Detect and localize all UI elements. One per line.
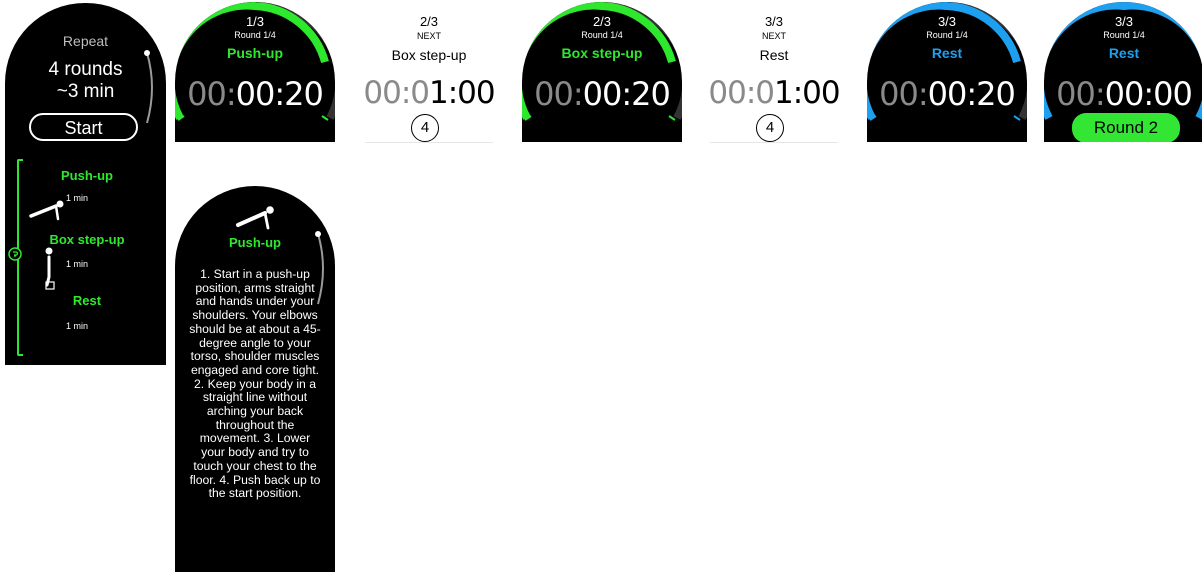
next-screen-rest: 3/3 NEXT Rest 00:01:00 4 (704, 2, 844, 143)
round-indicator: Round 1/4 (926, 30, 968, 40)
timer-value: 1:00 (429, 75, 496, 111)
timer-value: 1:00 (774, 75, 841, 111)
timer-screen-box-step-up: 2/3 Round 1/4 Box step-up 00:00:20 (522, 2, 682, 142)
push-up-icon (236, 206, 274, 230)
exercise-counter: 3/3 (1114, 14, 1134, 29)
round-indicator: Round 1/4 (581, 30, 623, 40)
timer-hours: 00: (534, 75, 583, 113)
box-step-up-icon (45, 247, 55, 290)
exercise-counter: 3/3 (937, 14, 957, 29)
timer-screen-rest: 3/3 Round 1/4 Rest 00:00:20 (867, 2, 1027, 142)
screen-edge (710, 142, 838, 143)
round-indicator: Round 1/4 (1103, 30, 1145, 40)
timer-display: 00:00:20 (175, 75, 335, 113)
workout-overview-screen: Repeat 4 rounds ~3 min Start Push-up 1 m… (5, 3, 166, 365)
start-button[interactable]: Start (29, 113, 138, 141)
timer-value: 00:20 (927, 75, 1016, 113)
timer-display: 00:00:20 (867, 75, 1027, 113)
scroll-indicator[interactable] (141, 47, 161, 127)
timer-hours: 00: (879, 75, 928, 113)
timer-hours: 00:0 (363, 75, 430, 111)
timer-display: 00:01:00 (704, 75, 844, 111)
next-exercise-name: Box step-up (391, 47, 467, 63)
timer-hours: 00:0 (708, 75, 775, 111)
timer-value: 00:20 (582, 75, 671, 113)
next-screen-box-step-up: 2/3 NEXT Box step-up 00:01:00 4 (359, 2, 499, 143)
start-countdown-badge: 4 (411, 114, 439, 142)
next-label: NEXT (416, 31, 441, 41)
timer-value: 00:00 (1104, 75, 1193, 113)
exercise-counter: 2/3 (419, 14, 439, 29)
timer-value: 00:20 (235, 75, 324, 113)
exercise-name-rest: Rest (72, 293, 102, 308)
exercise-detail-screen: Push-up 1. Start in a push-up position, … (175, 186, 335, 572)
timer-display: 00:00:00 (1044, 75, 1202, 113)
exercise-name-box-step-up: Box step-up (49, 232, 125, 247)
round-indicator: Round 1/4 (234, 30, 276, 40)
exercise-counter: 1/3 (245, 14, 265, 29)
timer-screen-rest-finished: 3/3 Round 1/4 Rest 00:00:00 Round 2 (1044, 2, 1202, 142)
screen-edge (365, 142, 493, 143)
exercise-duration-pushup: 1 min (66, 193, 89, 203)
next-round-button[interactable]: Round 2 (1072, 113, 1180, 142)
next-label: NEXT (761, 31, 786, 41)
exercise-title: Rest (1108, 45, 1140, 61)
timer-display: 00:01:00 (359, 75, 499, 111)
exercise-name-pushup: Push-up (61, 168, 113, 183)
exercise-title: Push-up (227, 45, 283, 61)
push-up-icon (29, 200, 64, 221)
timer-display: 00:00:20 (522, 75, 682, 113)
exercise-title: Box step-up (561, 45, 643, 61)
exercise-duration-box-step-up: 1 min (66, 259, 89, 269)
timer-screen-pushup: 1/3 Round 1/4 Push-up 00:00:20 (175, 2, 335, 142)
timer-hours: 00: (187, 75, 236, 113)
start-countdown-badge: 4 (756, 114, 784, 142)
exercise-detail-title: Push-up (229, 235, 281, 250)
exercise-duration-rest: 1 min (66, 321, 89, 331)
timer-hours: 00: (1056, 75, 1105, 113)
exercise-instructions: 1. Start in a push-up position, arms str… (189, 267, 321, 501)
exercise-counter: 3/3 (764, 14, 784, 29)
exercise-title: Rest (931, 45, 963, 61)
next-exercise-name: Rest (759, 47, 789, 63)
repeat-loop-icon (8, 247, 22, 261)
exercise-counter: 2/3 (592, 14, 612, 29)
